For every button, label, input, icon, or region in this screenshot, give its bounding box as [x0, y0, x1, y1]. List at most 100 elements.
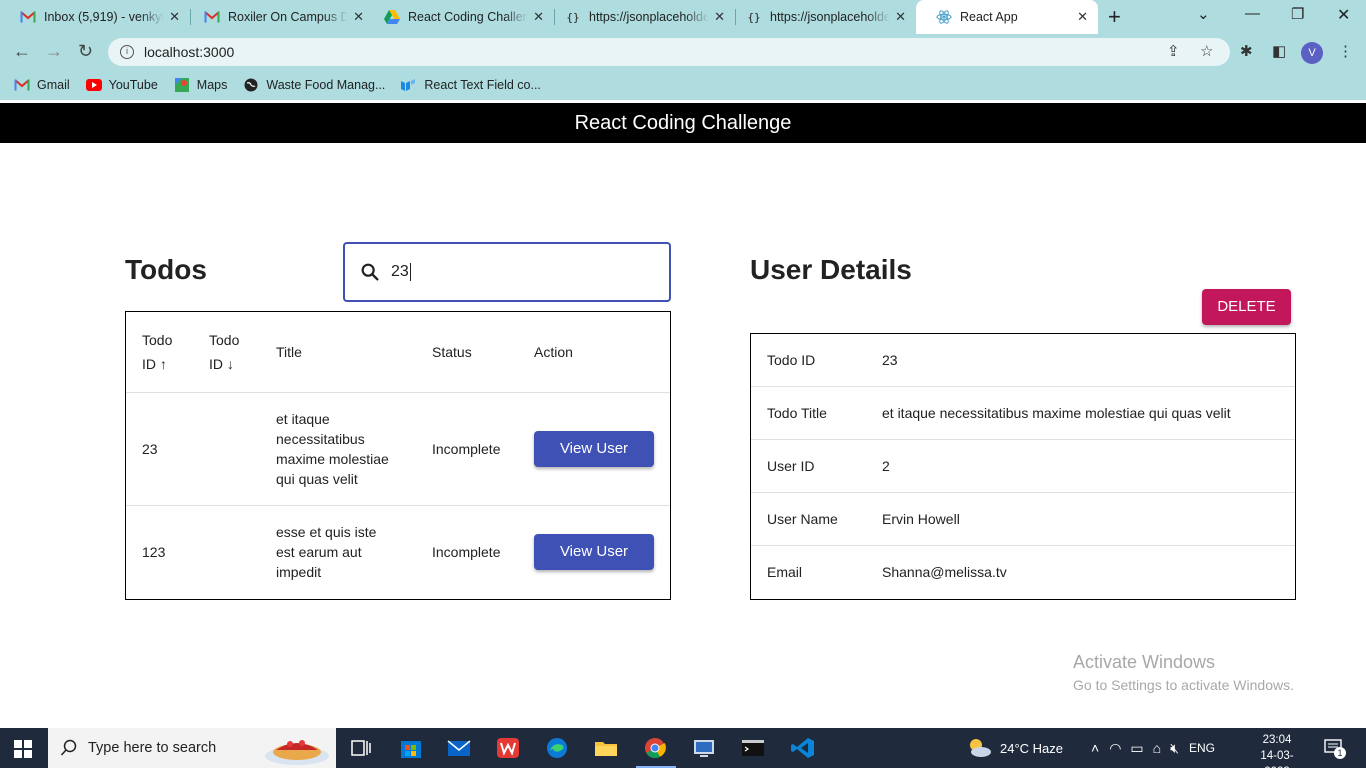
google-drive-icon: [384, 9, 400, 25]
detail-key: Todo ID: [767, 352, 816, 368]
forward-icon[interactable]: →: [45, 41, 63, 62]
header-text: ID ↓: [209, 356, 234, 372]
todo-id-cell: 23: [142, 441, 158, 457]
close-icon[interactable]: ✕: [1077, 9, 1088, 25]
close-icon[interactable]: ✕: [169, 9, 180, 25]
reload-icon[interactable]: ↻: [78, 41, 93, 62]
menu-kebab-icon[interactable]: ⋮: [1338, 42, 1353, 60]
tab-search-chevron-icon[interactable]: ⌄: [1197, 5, 1210, 23]
gmail-icon: [20, 9, 36, 25]
clock-time: 23:04: [1262, 734, 1292, 746]
close-icon[interactable]: ✕: [714, 9, 725, 25]
profile-avatar[interactable]: V: [1301, 42, 1323, 64]
weather-widget[interactable]: 24°C Haze: [966, 728, 1063, 768]
activate-windows-hint: Go to Settings to activate Windows.: [1073, 677, 1294, 693]
column-header-todo-id-desc[interactable]: Todo ID ↓: [209, 328, 239, 376]
tab-title: Inbox (5,919) - venkydd: [44, 10, 164, 24]
detail-value: Shanna@melissa.tv: [882, 564, 1007, 580]
bookmark-youtube[interactable]: YouTube: [85, 78, 158, 92]
bookmark-label: React Text Field co...: [424, 78, 541, 92]
window-close-icon[interactable]: ✕: [1337, 5, 1350, 25]
search-input[interactable]: 23: [343, 242, 671, 302]
bookmark-star-icon[interactable]: ☆: [1200, 42, 1213, 60]
youtube-icon: [85, 78, 102, 92]
language-indicator[interactable]: ENG: [1189, 741, 1215, 755]
bookmark-label: Gmail: [37, 78, 70, 92]
gmail-icon: [14, 78, 30, 92]
terminal-icon[interactable]: [740, 736, 766, 760]
view-user-button[interactable]: View User: [534, 534, 654, 570]
browser-tab[interactable]: Roxiler On Campus Dri ✕: [184, 0, 374, 34]
vscode-icon[interactable]: [790, 736, 816, 760]
mail-icon[interactable]: [446, 736, 472, 760]
bookmark-react-text-field[interactable]: React Text Field co...: [401, 78, 541, 92]
back-icon[interactable]: ←: [13, 41, 31, 62]
search-placeholder: Type here to search: [88, 740, 217, 756]
volume-muted-icon[interactable]: 🔇︎: [1170, 740, 1179, 757]
app-header: React Coding Challenge: [0, 103, 1366, 143]
column-header-title: Title: [276, 344, 302, 360]
title-line: impedit: [276, 564, 322, 580]
column-header-action: Action: [534, 344, 573, 360]
browser-tab[interactable]: {} https://jsonplaceholder ✕: [726, 0, 916, 34]
activate-windows-watermark: Activate Windows: [1073, 652, 1216, 672]
share-icon[interactable]: ⇪: [1167, 42, 1180, 60]
remote-desktop-icon[interactable]: [691, 736, 717, 760]
edge-icon[interactable]: [544, 736, 570, 760]
windows-start-icon[interactable]: [14, 740, 32, 758]
browser-tab-active[interactable]: React App ✕: [916, 0, 1098, 34]
extensions-icon[interactable]: ✱: [1240, 42, 1253, 60]
react-icon: [936, 9, 952, 25]
delete-button[interactable]: DELETE: [1202, 289, 1291, 325]
restore-icon[interactable]: ❐: [1291, 5, 1304, 23]
bookmark-gmail[interactable]: Gmail: [14, 78, 70, 92]
new-tab-icon[interactable]: +: [1108, 4, 1121, 30]
tab-title: React Coding Challenge: [408, 10, 528, 24]
network-icon[interactable]: ◠: [1109, 740, 1121, 757]
search-icon: [361, 263, 379, 281]
detail-key: User Name: [767, 511, 838, 527]
title-line: et itaque: [276, 411, 330, 427]
battery-icon[interactable]: ▭: [1130, 740, 1143, 757]
column-header-todo-id-asc[interactable]: Todo ID ↑: [142, 328, 172, 376]
task-view-icon[interactable]: [348, 736, 374, 760]
detail-key: Email: [767, 564, 803, 580]
address-bar[interactable]: i localhost:3000: [108, 38, 1230, 66]
notification-badge: 1: [1334, 747, 1346, 759]
notification-center[interactable]: 1: [1324, 739, 1346, 759]
minimize-icon[interactable]: —: [1245, 5, 1260, 22]
system-clock[interactable]: 23:04 14-03-2023: [1252, 732, 1302, 780]
header-text: ID ↑: [142, 356, 167, 372]
wps-office-icon[interactable]: [495, 736, 521, 760]
side-panel-icon[interactable]: ◧: [1272, 42, 1286, 60]
bookmark-maps[interactable]: Maps: [174, 78, 228, 92]
browser-tab[interactable]: React Coding Challenge ✕: [364, 0, 554, 34]
browser-tab[interactable]: Inbox (5,919) - venkydd ✕: [0, 0, 190, 34]
bookmark-label: Maps: [196, 78, 228, 92]
info-icon[interactable]: i: [120, 45, 134, 59]
close-icon[interactable]: ✕: [353, 9, 364, 25]
file-explorer-icon[interactable]: [593, 736, 619, 760]
gmail-icon: [204, 9, 220, 25]
chevron-up-icon[interactable]: ˄: [1091, 740, 1099, 756]
taskbar-search[interactable]: Type here to search: [48, 728, 336, 768]
todo-title-cell: esse et quis iste est earum aut impedit: [276, 522, 376, 582]
browser-tab[interactable]: {} https://jsonplaceholder ✕: [545, 0, 735, 34]
close-icon[interactable]: ✕: [895, 9, 906, 25]
close-icon[interactable]: ✕: [533, 9, 544, 25]
pie-illustration-icon: [265, 740, 329, 765]
clock-date: 14-03-2023: [1260, 750, 1294, 778]
meet-now-icon[interactable]: ⌂: [1153, 740, 1161, 756]
todo-status-cell: Incomplete: [432, 441, 501, 457]
chrome-icon[interactable]: [642, 736, 668, 760]
todo-id-cell: 123: [142, 544, 166, 560]
bookmark-label: YouTube: [108, 78, 158, 92]
bookmark-waste-food[interactable]: Waste Food Manag...: [243, 78, 385, 92]
weather-haze-icon: [970, 739, 991, 757]
microsoft-store-icon[interactable]: [398, 736, 424, 760]
detail-row-todo-title: Todo Title et itaque necessitatibus maxi…: [751, 387, 1295, 440]
tab-title: React App: [960, 10, 1018, 24]
view-user-button[interactable]: View User: [534, 431, 654, 467]
bookmarks-bar: Gmail YouTube Maps Waste Food Manag... R…: [0, 70, 1366, 100]
row-divider: [126, 392, 670, 393]
